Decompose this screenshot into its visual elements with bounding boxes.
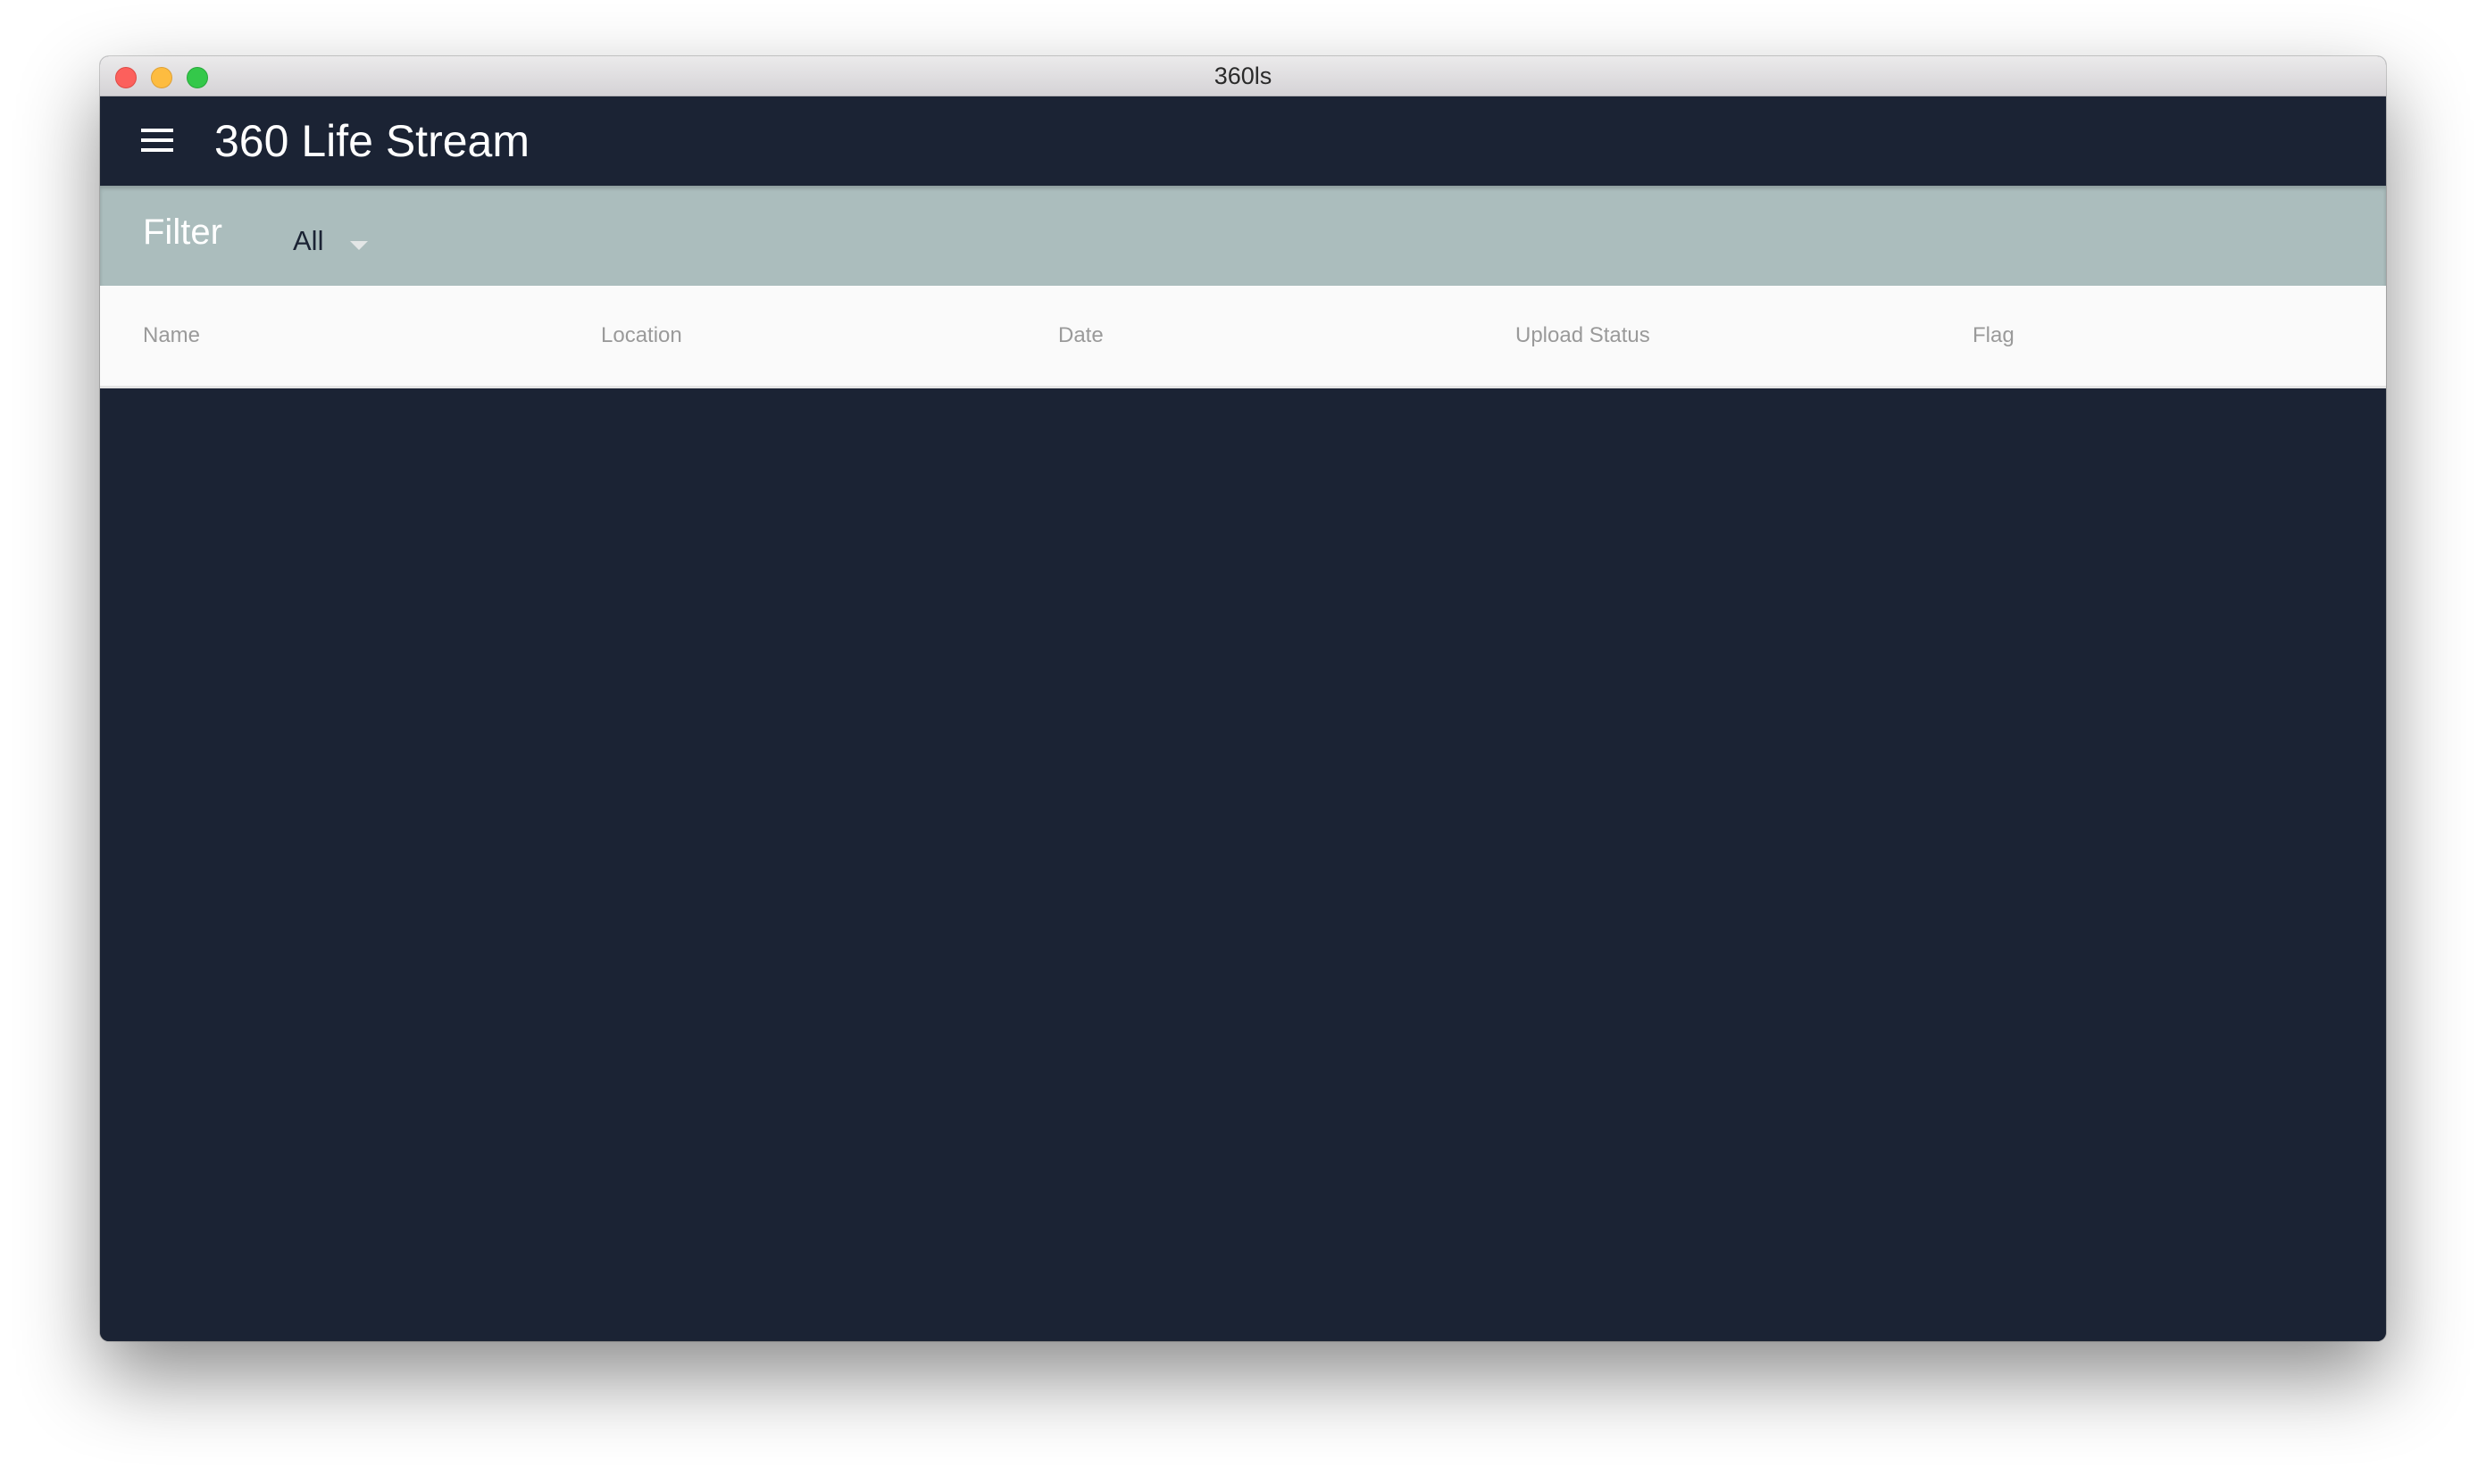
menu-line <box>141 148 173 152</box>
filter-dropdown[interactable]: All <box>293 218 409 263</box>
hamburger-menu-icon[interactable] <box>141 127 173 154</box>
column-header-name[interactable]: Name <box>143 286 200 386</box>
column-header-upload-status[interactable]: Upload Status <box>1515 286 1650 386</box>
table-body <box>100 388 2386 1341</box>
app-title: 360 Life Stream <box>214 116 530 166</box>
menu-line <box>141 138 173 142</box>
filter-bar: Filter All <box>100 186 2386 286</box>
column-header-date[interactable]: Date <box>1058 286 1104 386</box>
column-header-flag[interactable]: Flag <box>1973 286 2015 386</box>
column-header-location[interactable]: Location <box>601 286 682 386</box>
app-window: 360ls 360 Life Stream Filter All Name Lo… <box>100 56 2386 1341</box>
menu-line <box>141 129 173 132</box>
filter-label: Filter <box>143 213 222 252</box>
table-header: Name Location Date Upload Status Flag <box>100 286 2386 388</box>
window-titlebar[interactable]: 360ls <box>100 56 2386 96</box>
app-header: 360 Life Stream <box>100 96 2386 186</box>
filter-selected-value: All <box>293 225 324 256</box>
window-title: 360ls <box>1214 63 1272 89</box>
caret-down-icon <box>350 241 368 250</box>
